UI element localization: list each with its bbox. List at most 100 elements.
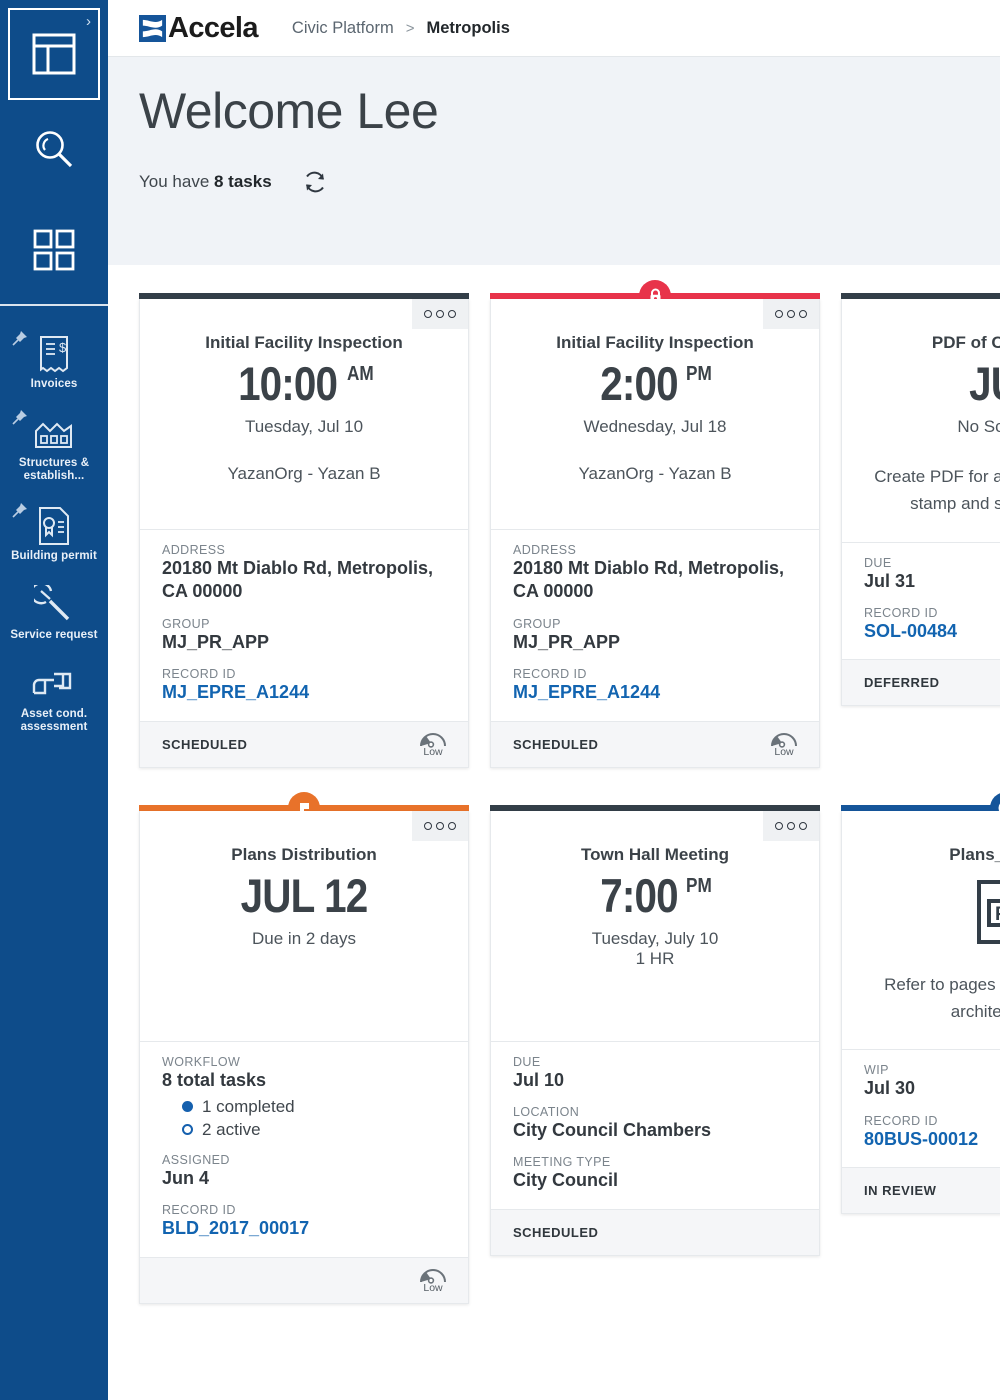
dot-filled-icon	[182, 1101, 193, 1113]
card-duration-line: 1 HR	[635, 948, 675, 968]
card-body: PDF of Conditions JUL No Schedule Create…	[841, 299, 1000, 707]
card-header: Initial Facility Inspection 10:00 AM Tue…	[140, 299, 468, 529]
sidebar-item-label: Service request	[10, 628, 98, 641]
card-title: Plans Distribution	[231, 844, 377, 864]
task-card[interactable]: Town Hall Meeting 7:00 PM Tuesday, July …	[490, 804, 820, 1304]
task-card[interactable]: Initial Facility Inspection 2:00 PM Wedn…	[490, 280, 820, 768]
meta-label: GROUP	[162, 616, 210, 631]
card-body: Initial Facility Inspection 10:00 AM Tue…	[139, 299, 469, 768]
sidebar-item-label: Building permit	[11, 549, 97, 562]
kebab-menu-icon[interactable]	[412, 810, 468, 841]
meta-label: WORKFLOW	[162, 1054, 241, 1069]
card-date-big: JUL 12	[240, 868, 369, 922]
sidebar-item-asset-condition[interactable]: Asset cond. assessment	[0, 654, 108, 746]
card-meta: WIP Jul 30 RECORD ID 80BUS-00012	[842, 1049, 1000, 1167]
breadcrumb: Civic Platform > Metropolis	[292, 19, 510, 38]
card-date-line: Tuesday, July 10	[591, 928, 719, 948]
task-card[interactable]: Plans Distribution JUL 12 Due in 2 days …	[139, 791, 469, 1304]
card-meta: WORKFLOW 8 total tasks 1 completed 2 act…	[140, 1040, 468, 1257]
card-time-meridiem: AM	[347, 363, 374, 386]
record-id-link[interactable]: 80BUS-00012	[864, 1128, 1000, 1151]
meta-label: ADDRESS	[162, 543, 226, 557]
card-title: Town Hall Meeting	[581, 844, 729, 864]
search-icon	[36, 131, 73, 168]
breadcrumb-separator: >	[405, 19, 415, 37]
card-title: Plans_Review	[949, 844, 1000, 864]
card-body: Plans Distribution JUL 12 Due in 2 days …	[139, 810, 469, 1304]
card-footer: Low	[140, 1256, 468, 1303]
brand-logo[interactable]: Accela	[139, 12, 259, 45]
task-card[interactable]: Plans_Review PDF Refer to pages #4-9. Re…	[841, 791, 1000, 1304]
record-id-link[interactable]: SOL-00484	[864, 620, 1000, 643]
card-date-line: Tuesday, Jul 10	[244, 417, 364, 437]
card-title: Initial Facility Inspection	[205, 333, 403, 352]
kebab-menu-icon[interactable]	[763, 810, 819, 841]
card-description: Refer to pages #4-9. Review the architec…	[884, 974, 1000, 1021]
task-card[interactable]: Initial Facility Inspection 10:00 AM Tue…	[139, 293, 469, 768]
card-footer: SCHEDULED Low	[491, 720, 819, 767]
chevron-right-icon[interactable]: ›	[86, 14, 91, 29]
meta-value: MJ_PR_APP	[162, 631, 270, 652]
task-summary: You have 8 tasks	[139, 167, 1000, 197]
status-badge: DEFERRED	[864, 675, 940, 691]
card-time: 2:00 PM	[507, 360, 803, 407]
sidebar-item-label: Structures & establish...	[18, 457, 90, 483]
meta-label: DUE	[864, 555, 892, 570]
sidebar-item-label: Asset cond. assessment	[20, 708, 88, 734]
sidebar-shortcut-list: $ Invoices Structures & establish... Bui…	[0, 306, 108, 747]
sidebar-item-home[interactable]: ›	[8, 8, 100, 100]
card-body: Initial Facility Inspection 2:00 PM Wedn…	[490, 299, 820, 768]
card-footer: SCHEDULED	[491, 1208, 819, 1255]
meta-label: WIP	[864, 1063, 889, 1078]
workflow-active-row: 2 active	[182, 1120, 446, 1140]
record-id-link[interactable]: BLD_2017_00017	[162, 1217, 446, 1240]
card-date-line: Wednesday, Jul 18	[583, 417, 727, 437]
meta-label: GROUP	[513, 616, 561, 631]
card-subline: No Schedule	[957, 417, 1000, 437]
card-body: Plans_Review PDF Refer to pages #4-9. Re…	[841, 810, 1000, 1214]
app-root: › $ Invoices Structures & establish... B…	[0, 0, 1000, 1400]
building-permit-icon	[38, 506, 70, 546]
meta-value: City Council	[513, 1170, 619, 1191]
pin-icon	[12, 331, 27, 346]
card-org-line: YazanOrg - Yazan B	[227, 464, 381, 484]
card-time: 10:00 AM	[156, 360, 452, 407]
meta-label: LOCATION	[513, 1104, 580, 1119]
card-title: PDF of Conditions	[931, 333, 1000, 352]
meta-label: RECORD ID	[162, 667, 236, 682]
sidebar-item-structures[interactable]: Structures & establish...	[0, 403, 108, 495]
priority-label: Low	[774, 745, 794, 758]
sidebar-item-apps[interactable]	[0, 200, 108, 300]
pdf-file-icon: PDF	[858, 879, 1000, 945]
card-header: Plans_Review PDF Refer to pages #4-9. Re…	[842, 811, 1000, 1050]
sidebar: › $ Invoices Structures & establish... B…	[0, 0, 108, 1400]
status-badge: IN REVIEW	[864, 1182, 937, 1198]
meta-value: Jul 30	[864, 1078, 916, 1099]
sidebar-item-building-permit[interactable]: Building permit	[0, 496, 108, 575]
pin-icon	[12, 502, 27, 518]
card-title: Initial Facility Inspection	[556, 333, 754, 352]
task-card[interactable]: PDF of Conditions JUL No Schedule Create…	[841, 293, 1000, 768]
kebab-menu-icon[interactable]	[412, 299, 468, 329]
status-badge: SCHEDULED	[513, 1224, 599, 1240]
workflow-active: 2 active	[202, 1119, 261, 1139]
sidebar-item-search[interactable]	[0, 100, 108, 200]
kebab-menu-icon[interactable]	[763, 299, 819, 329]
breadcrumb-root[interactable]: Civic Platform	[292, 19, 394, 38]
card-time-value: 7:00	[600, 868, 678, 922]
card-description: Create PDF for all applications that sta…	[874, 467, 1000, 514]
sidebar-item-service-request[interactable]: Service request	[0, 575, 108, 654]
sidebar-item-invoices[interactable]: $ Invoices	[0, 324, 108, 403]
priority-label: Low	[423, 1281, 443, 1294]
sidebar-divider	[0, 304, 108, 306]
meta-value: Jul 10	[513, 1069, 565, 1090]
card-footer: DEFERRED	[842, 659, 1000, 706]
refresh-button[interactable]	[300, 167, 330, 197]
record-id-link[interactable]: MJ_EPRE_A1244	[162, 681, 446, 704]
card-header: PDF of Conditions JUL No Schedule Create…	[842, 299, 1000, 542]
pin-icon	[12, 410, 27, 425]
record-id-link[interactable]: MJ_EPRE_A1244	[513, 681, 797, 704]
priority-label: Low	[423, 745, 443, 758]
card-grid: Initial Facility Inspection 10:00 AM Tue…	[139, 280, 1000, 1304]
welcome-hero: Welcome Lee You have 8 tasks	[108, 57, 1000, 265]
